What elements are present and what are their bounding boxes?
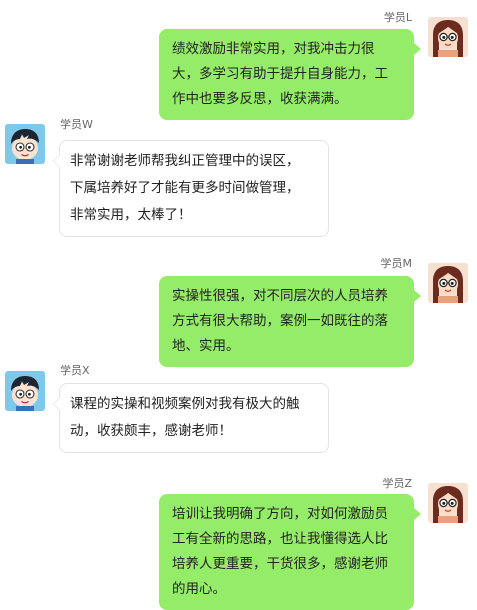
message-bubble[interactable]: 非常谢谢老师帮我纠正管理中的误区， 下属培养好了才能有更多时间做管理， 非常实用… xyxy=(53,140,329,237)
message-line: 作中也要多反思，收获满满。 xyxy=(172,91,348,107)
boy-avatar-icon[interactable] xyxy=(5,124,45,164)
message-line: 非常谢谢老师帮我纠正管理中的误区， xyxy=(70,153,300,169)
sender-name: 学员L xyxy=(383,11,412,24)
message-line: 动，收获颇丰，感谢老师！ xyxy=(70,423,232,439)
girl-avatar-icon[interactable] xyxy=(428,17,468,57)
message-line: 地、实用。 xyxy=(172,338,240,354)
boy-avatar-icon[interactable] xyxy=(5,371,45,411)
message-line: 工有全新的思路，也让我懂得选人比 xyxy=(172,531,388,547)
message-line: 绩效激励非常实用，对我冲击力很 xyxy=(172,41,375,57)
message-line: 大，多学习有助于提升自身能力，工 xyxy=(172,66,388,82)
message-line: 课程的实操和视频案例对我有极大的触 xyxy=(70,396,300,412)
message-line: 非常实用，太棒了！ xyxy=(70,207,192,223)
message-line: 下属培养好了才能有更多时间做管理， xyxy=(70,180,300,196)
girl-avatar-icon[interactable] xyxy=(428,483,468,523)
message-bubble[interactable]: 实操性很强，对不同层次的人员培养 方式有很大帮助，案例一如既往的落 地、实用。 xyxy=(159,276,421,367)
message-bubble[interactable]: 绩效激励非常实用，对我冲击力很 大，多学习有助于提升自身能力，工 作中也要多反思… xyxy=(159,29,421,120)
message-line: 实操性很强，对不同层次的人员培养 xyxy=(172,288,388,304)
message-line: 培养人更重要，干货很多，感谢老师 xyxy=(172,556,388,572)
message-line: 培训让我明确了方向，对如何激励员 xyxy=(172,506,388,522)
sender-name: 学员X xyxy=(60,364,90,377)
message-line: 方式有很大帮助，案例一如既往的落 xyxy=(172,313,388,329)
message-line: 的用心。 xyxy=(172,581,226,597)
sender-name: 学员Z xyxy=(382,477,412,490)
sender-name: 学员W xyxy=(60,118,93,131)
girl-avatar-icon[interactable] xyxy=(428,263,468,303)
chat-thread: 学员L 绩效激励非常实用，对我冲击力很 大，多学习有助于提升自身能力，工 作中也… xyxy=(0,0,477,610)
message-bubble[interactable]: 课程的实操和视频案例对我有极大的触 动，收获颇丰，感谢老师！ xyxy=(53,383,329,453)
sender-name: 学员M xyxy=(380,257,413,270)
message-bubble[interactable]: 培训让我明确了方向，对如何激励员 工有全新的思路，也让我懂得选人比 培养人更重要… xyxy=(159,494,421,610)
